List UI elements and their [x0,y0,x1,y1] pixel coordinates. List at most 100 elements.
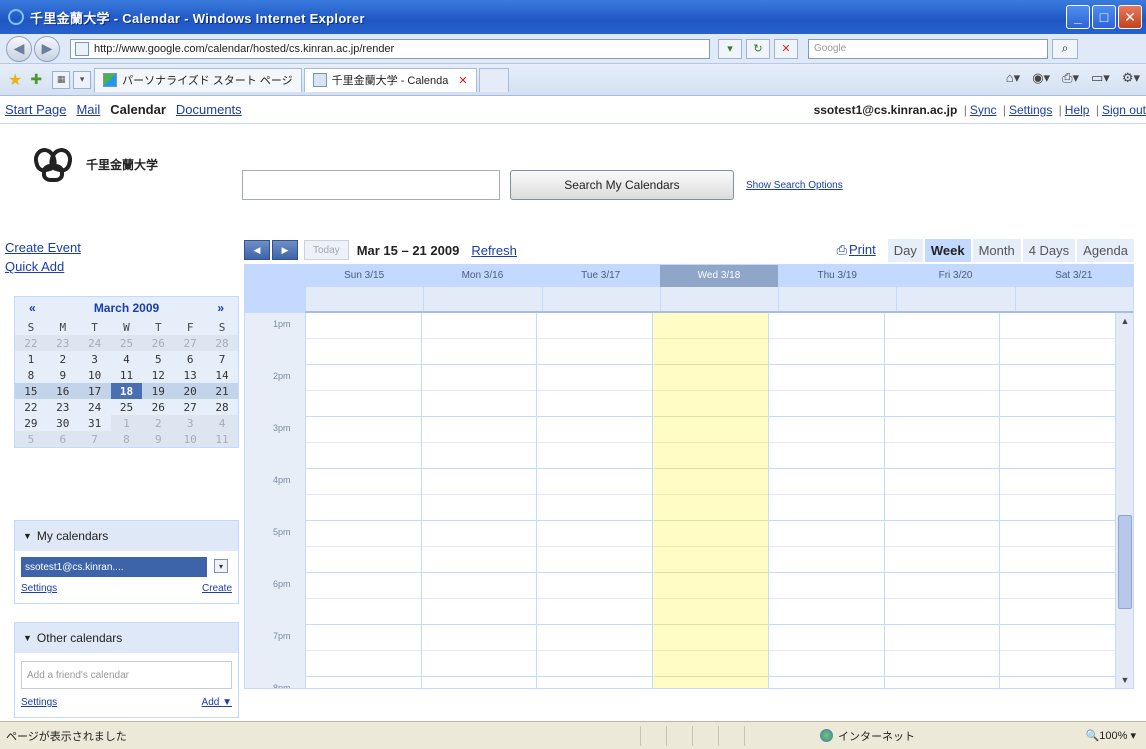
maximize-button[interactable]: □ [1092,5,1116,29]
url-field[interactable]: http://www.google.com/calendar/hosted/cs… [70,38,710,59]
mini-day[interactable]: 1 [15,351,47,367]
add-friend-calendar-input[interactable]: Add a friend's calendar [21,661,232,689]
refresh-link[interactable]: Refresh [471,243,517,258]
settings-link[interactable]: Settings [1009,103,1052,117]
create-event-link[interactable]: Create Event [5,240,81,255]
mini-day[interactable]: 24 [79,399,111,415]
favorites-star-icon[interactable]: ★ [8,70,22,90]
mini-next-month-icon[interactable]: » [217,301,224,315]
day-header[interactable]: Sat 3/21 [1015,265,1133,287]
view-tab-week[interactable]: Week [924,238,971,262]
mini-day[interactable]: 3 [79,351,111,367]
tools-icon[interactable]: ⚙▾ [1122,70,1140,86]
next-week-button[interactable]: ▶ [272,240,298,260]
day-header[interactable]: Tue 3/17 [542,265,660,287]
nav-documents[interactable]: Documents [176,102,242,117]
all-day-cell[interactable] [423,287,541,311]
all-day-cell[interactable] [896,287,1014,311]
mini-day[interactable]: 4 [206,415,238,431]
mini-day[interactable]: 20 [174,383,207,399]
browser-search-input[interactable]: Google [808,38,1048,59]
nav-mail[interactable]: Mail [76,102,100,117]
mini-day[interactable]: 29 [15,415,47,431]
day-column[interactable] [536,313,653,688]
view-tab-day[interactable]: Day [887,238,923,262]
minimize-button[interactable]: _ [1066,5,1090,29]
mini-day[interactable]: 2 [142,415,175,431]
mini-day[interactable]: 5 [142,351,174,367]
other-calendars-settings-link[interactable]: Settings [21,697,57,708]
print-link[interactable]: Print [849,242,876,257]
calendar-search-input[interactable] [242,170,500,200]
tab-start-page[interactable]: パーソナライズド スタート ページ [94,67,302,92]
calendar-menu-icon[interactable]: ▾ [214,559,228,573]
scroll-down-icon[interactable]: ▼ [1116,672,1134,688]
day-column[interactable] [420,313,537,688]
mini-day[interactable]: 2 [47,351,79,367]
add-favorite-icon[interactable]: ✚ [30,71,42,88]
sync-link[interactable]: Sync [970,103,997,117]
all-day-row[interactable] [305,287,1133,313]
day-column[interactable] [999,313,1115,688]
mini-day[interactable]: 22 [15,399,47,415]
mini-day[interactable]: 22 [15,335,47,351]
back-button[interactable]: ◀ [6,35,32,62]
mini-day[interactable]: 6 [46,431,79,447]
mini-day[interactable]: 7 [206,351,238,367]
mini-day[interactable]: 4 [111,351,143,367]
day-header[interactable]: Mon 3/16 [423,265,541,287]
refresh-icon[interactable]: ↻ [746,38,770,59]
scroll-thumb[interactable] [1118,515,1132,609]
view-tab-agenda[interactable]: Agenda [1077,238,1134,262]
mini-day[interactable]: 23 [47,399,79,415]
mini-day[interactable]: 26 [142,399,174,415]
nav-start-page[interactable]: Start Page [5,102,66,117]
day-column[interactable] [305,313,421,688]
show-search-options-link[interactable]: Show Search Options [746,180,843,191]
mini-day[interactable]: 5 [15,431,47,447]
page-menu-icon[interactable]: ▭▾ [1091,70,1110,86]
search-my-calendars-button[interactable]: Search My Calendars [510,170,734,200]
mini-day[interactable]: 11 [206,431,238,447]
dropdown-arrow-icon[interactable]: ▾ [718,38,742,59]
prev-week-button[interactable]: ◀ [244,240,270,260]
university-logo[interactable]: 千里金蘭大学 [30,144,158,184]
mini-day[interactable]: 7 [78,431,111,447]
day-column[interactable] [652,313,768,688]
tab-list-icon[interactable]: ▾ [73,70,92,89]
mini-day[interactable]: 10 [79,367,111,383]
my-calendars-settings-link[interactable]: Settings [21,583,57,594]
mini-day[interactable]: 9 [142,431,175,447]
day-header[interactable]: Wed 3/18 [659,265,779,287]
day-header[interactable]: Sun 3/15 [305,265,423,287]
all-day-cell[interactable] [541,287,660,311]
all-day-cell[interactable] [305,287,423,311]
mini-day[interactable]: 15 [15,383,47,399]
help-link[interactable]: Help [1065,103,1090,117]
mini-day[interactable]: 6 [174,351,206,367]
mini-day[interactable]: 13 [174,367,206,383]
mini-day[interactable]: 16 [46,383,79,399]
mini-day[interactable]: 31 [79,415,111,431]
mini-day[interactable]: 18 [110,383,143,399]
mini-day[interactable]: 25 [110,335,143,351]
quick-tabs-icon[interactable]: ▦ [52,70,71,89]
close-window-button[interactable]: ✕ [1118,5,1142,29]
mini-day[interactable]: 28 [206,335,238,351]
create-calendar-link[interactable]: Create [202,583,232,594]
printer-icon[interactable]: ⎙ [837,242,847,257]
mini-day[interactable]: 24 [78,335,111,351]
mini-day[interactable]: 14 [206,367,238,383]
mini-day[interactable]: 3 [174,415,207,431]
all-day-cell[interactable] [1014,287,1133,311]
zoom-level[interactable]: 🔍100% ▾ [1086,729,1136,742]
mini-day[interactable]: 8 [110,431,143,447]
mini-day[interactable]: 9 [47,367,79,383]
mini-day[interactable]: 8 [15,367,47,383]
mini-day[interactable]: 17 [78,383,111,399]
home-icon[interactable]: ⌂▾ [1006,70,1020,86]
mini-day[interactable]: 27 [174,399,206,415]
mini-day[interactable]: 10 [174,431,207,447]
mini-day[interactable]: 1 [110,415,143,431]
quick-add-link[interactable]: Quick Add [5,259,81,274]
